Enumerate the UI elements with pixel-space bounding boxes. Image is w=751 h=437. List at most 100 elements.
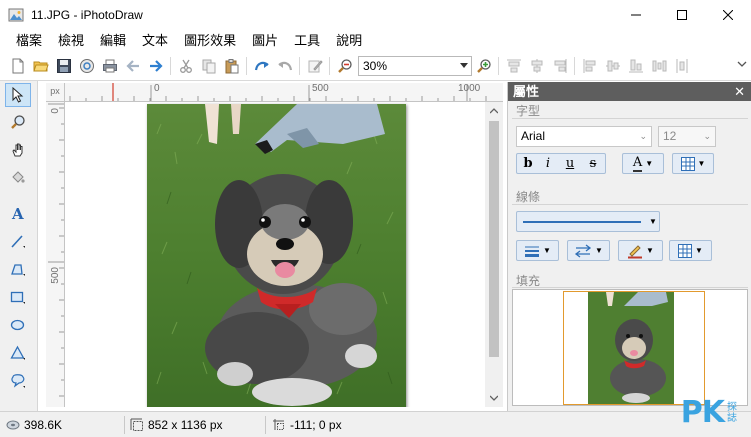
undo-button[interactable] xyxy=(121,54,144,78)
redo-icon xyxy=(149,60,163,72)
underline-button[interactable]: u xyxy=(561,154,579,172)
align-button-8[interactable] xyxy=(670,54,693,78)
align-button-4[interactable] xyxy=(578,54,601,78)
toolbar-overflow-button[interactable] xyxy=(737,58,747,72)
ruler-label-v500: 500 xyxy=(50,267,61,284)
zoom-select[interactable]: 30% xyxy=(358,56,472,76)
pointer-icon xyxy=(12,87,24,103)
rectangle-icon xyxy=(10,291,25,304)
menu-file[interactable]: 檔案 xyxy=(8,30,50,52)
watermark-small-2: 誌 xyxy=(727,412,737,424)
callout-tool[interactable] xyxy=(5,369,31,393)
text-table-button[interactable]: ▼ xyxy=(672,153,714,174)
section-divider xyxy=(512,118,748,119)
maximize-button[interactable] xyxy=(659,0,705,30)
italic-button[interactable]: i xyxy=(539,154,557,172)
navigator-preview[interactable] xyxy=(512,289,748,406)
line-color-button[interactable]: ▼ xyxy=(618,240,663,261)
align-button-6[interactable] xyxy=(624,54,647,78)
save-icon xyxy=(56,59,71,73)
line-style-select[interactable]: ▼ xyxy=(516,211,660,232)
dropdown-arrow-icon: ▼ xyxy=(646,246,654,255)
align-button-7[interactable] xyxy=(647,54,670,78)
open-button[interactable] xyxy=(29,54,52,78)
ellipse-tool[interactable] xyxy=(5,313,31,337)
dropdown-arrow-icon: ▼ xyxy=(543,246,551,255)
dimensions-value: 852 x 1136 px xyxy=(148,418,223,432)
print-icon xyxy=(102,59,117,73)
menu-view[interactable]: 檢視 xyxy=(50,30,92,52)
toolbar-separator xyxy=(170,57,171,75)
rotate-right-button[interactable] xyxy=(273,54,296,78)
file-size-status: 398.6K xyxy=(6,412,62,437)
menu-shape-effects[interactable]: 圖形效果 xyxy=(176,30,244,52)
pointer-tool[interactable] xyxy=(5,83,31,107)
new-button[interactable] xyxy=(6,54,29,78)
section-divider xyxy=(512,204,748,205)
dropdown-arrow-icon: ▼ xyxy=(649,217,657,226)
ruler-unit: px xyxy=(46,83,65,102)
scroll-up-icon[interactable] xyxy=(490,108,498,114)
menu-edit[interactable]: 編輯 xyxy=(92,30,134,52)
line-preview-icon xyxy=(523,220,641,223)
text-color-button[interactable]: A ▼ xyxy=(622,153,664,174)
edit-button[interactable] xyxy=(303,54,326,78)
line-section-label: 線條 xyxy=(516,190,541,204)
ruler-label-0: 0 xyxy=(154,83,160,94)
zoom-value: 30% xyxy=(363,59,388,73)
rectangle-tool[interactable] xyxy=(5,285,31,309)
arrow-style-button[interactable]: ▼ xyxy=(567,240,610,261)
edit-icon xyxy=(308,60,323,73)
line-tool[interactable] xyxy=(5,229,31,253)
window-title: 11.JPG - iPhotoDraw xyxy=(31,8,143,22)
paint-bucket-icon xyxy=(12,171,25,183)
align-button-3[interactable] xyxy=(548,54,571,78)
chevron-down-icon xyxy=(460,63,468,68)
font-name-select[interactable]: Arial ⌄ xyxy=(516,126,652,147)
scrollbar-thumb[interactable] xyxy=(489,121,499,357)
align-right-icon xyxy=(554,59,566,73)
save-button[interactable] xyxy=(52,54,75,78)
menu-text[interactable]: 文本 xyxy=(134,30,176,52)
close-button[interactable] xyxy=(705,0,751,30)
redo-button[interactable] xyxy=(144,54,167,78)
copy-button[interactable] xyxy=(197,54,220,78)
triangle-tool[interactable] xyxy=(5,341,31,365)
font-size-select[interactable]: 12 ⌄ xyxy=(658,126,716,147)
properties-close-button[interactable]: ✕ xyxy=(734,82,745,101)
rotate-left-button[interactable] xyxy=(250,54,273,78)
bold-button[interactable]: b xyxy=(519,154,537,172)
drawing-canvas[interactable] xyxy=(65,102,485,407)
cut-button[interactable] xyxy=(174,54,197,78)
align-button-5[interactable] xyxy=(601,54,624,78)
fill-tool[interactable] xyxy=(5,165,31,189)
paste-icon xyxy=(225,59,238,74)
zoom-in-button[interactable] xyxy=(472,54,495,78)
properties-title: 屬性 xyxy=(513,84,540,99)
disk-icon xyxy=(6,420,20,430)
grid-icon xyxy=(678,243,693,258)
strikethrough-button[interactable]: s xyxy=(584,154,602,172)
watermark-text: PK xyxy=(680,395,725,430)
minimize-button[interactable] xyxy=(613,0,659,30)
align-button-1[interactable] xyxy=(502,54,525,78)
paste-button[interactable] xyxy=(220,54,243,78)
print-button[interactable] xyxy=(98,54,121,78)
line-table-button[interactable]: ▼ xyxy=(669,240,712,261)
text-tool[interactable]: A xyxy=(5,201,31,225)
photo-image[interactable] xyxy=(147,104,406,407)
align-button-2[interactable] xyxy=(525,54,548,78)
hand-tool[interactable] xyxy=(5,138,31,162)
menu-help[interactable]: 說明 xyxy=(328,30,370,52)
scroll-down-icon[interactable] xyxy=(490,395,498,401)
line-weight-button[interactable]: ▼ xyxy=(516,240,559,261)
toolbar-separator xyxy=(498,57,499,75)
menu-tools[interactable]: 工具 xyxy=(286,30,328,52)
vertical-scrollbar[interactable] xyxy=(485,102,503,407)
menu-image[interactable]: 圖片 xyxy=(244,30,286,52)
polyline-tool[interactable] xyxy=(5,257,31,281)
zoom-tool[interactable] xyxy=(5,110,31,134)
zoom-out-button[interactable] xyxy=(333,54,356,78)
web-button[interactable] xyxy=(75,54,98,78)
viewport-frame[interactable] xyxy=(563,291,705,405)
